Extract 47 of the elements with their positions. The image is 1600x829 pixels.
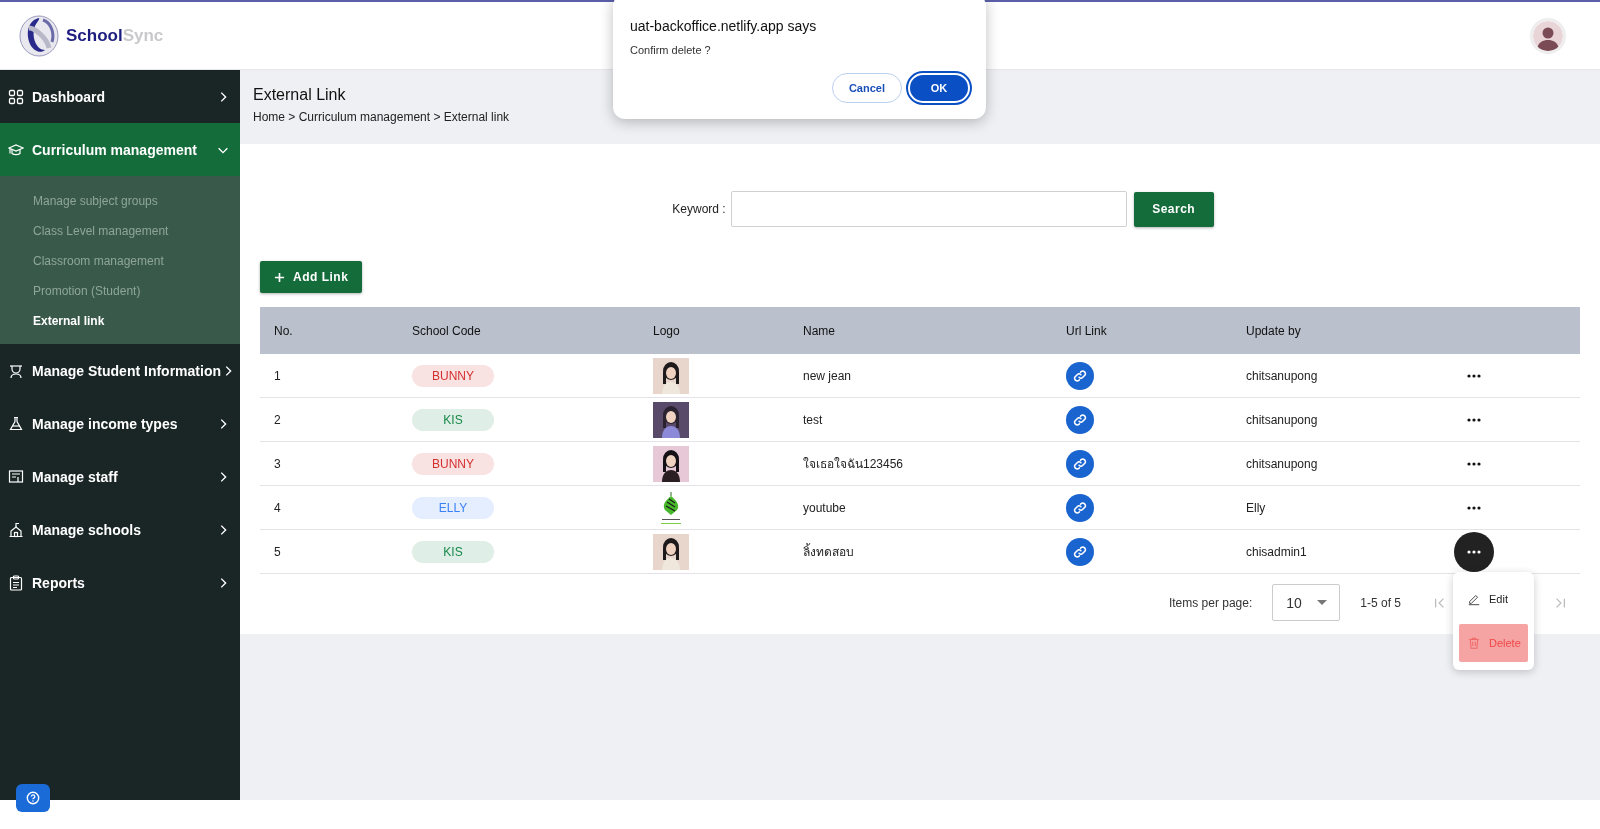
ok-button[interactable]: OK [908,73,970,103]
keyword-label: Keyword : [672,202,726,216]
menu-item[interactable]: Edit [1459,579,1528,618]
table-cell-text: ลิ้งทดสอบ [802,542,855,561]
submenu-item[interactable]: External link [0,306,240,336]
items-per-page-label: Items per page: [1168,595,1253,610]
column-header: Name [802,323,836,338]
nav-item[interactable]: Manage staff [0,450,240,503]
table-cell-text: Elly [1245,500,1267,515]
table-cell-text: youtube [802,500,847,515]
nav-item[interactable]: Curriculum management [0,123,240,176]
nav-item[interactable]: Manage income types [0,397,240,450]
search-button[interactable]: Search [1133,191,1214,227]
nav-item[interactable]: Manage schools [0,503,240,556]
school-code-tag: BUNNY [412,364,494,387]
nav-item[interactable]: Reports [0,556,240,609]
column-header: Update by [1245,323,1302,338]
school-code-tag: KIS [412,408,494,431]
dialog-title: uat-backoffice.netlify.app says [630,18,818,34]
column-header: No. [273,323,294,338]
page-range: 1-5 of 5 [1360,595,1401,610]
table-cell-text: chisadmin1 [1245,544,1308,559]
column-header: School Code [411,323,482,338]
table-cell-text: 4 [273,500,282,515]
table-cell-text: 1 [273,368,282,383]
table-cell-text: new jean [802,368,853,383]
school-code-tag: KIS [412,540,494,563]
table-cell-text: 3 [273,456,282,471]
table-cell-text: chitsanupong [1245,368,1319,383]
column-header: Url Link [1065,323,1108,338]
table-cell-text: ใจเธอใจฉัน123456 [802,456,905,473]
nav-item[interactable]: Dashboard [0,70,240,123]
table-cell-text: 2 [273,412,282,427]
page-size-select[interactable]: 10 [1272,584,1341,621]
nav-item[interactable]: Manage Student Information [0,344,240,397]
dialog-message: Confirm delete ? [630,44,712,56]
breadcrumb: Home > Curriculum management > External link [253,110,510,124]
cancel-button[interactable]: Cancel [831,73,902,103]
table-cell-text: chitsanupong [1245,412,1319,427]
page-title: External Link [253,86,346,104]
table-cell-text: chitsanupong [1245,456,1319,471]
table-cell-text: 5 [273,544,282,559]
table-cell-text: test [802,412,824,427]
school-code-tag: BUNNY [412,452,494,475]
school-code-tag: ELLY [412,496,494,519]
column-header: Logo [652,323,681,338]
add-link-button[interactable]: Add Link [260,261,363,293]
